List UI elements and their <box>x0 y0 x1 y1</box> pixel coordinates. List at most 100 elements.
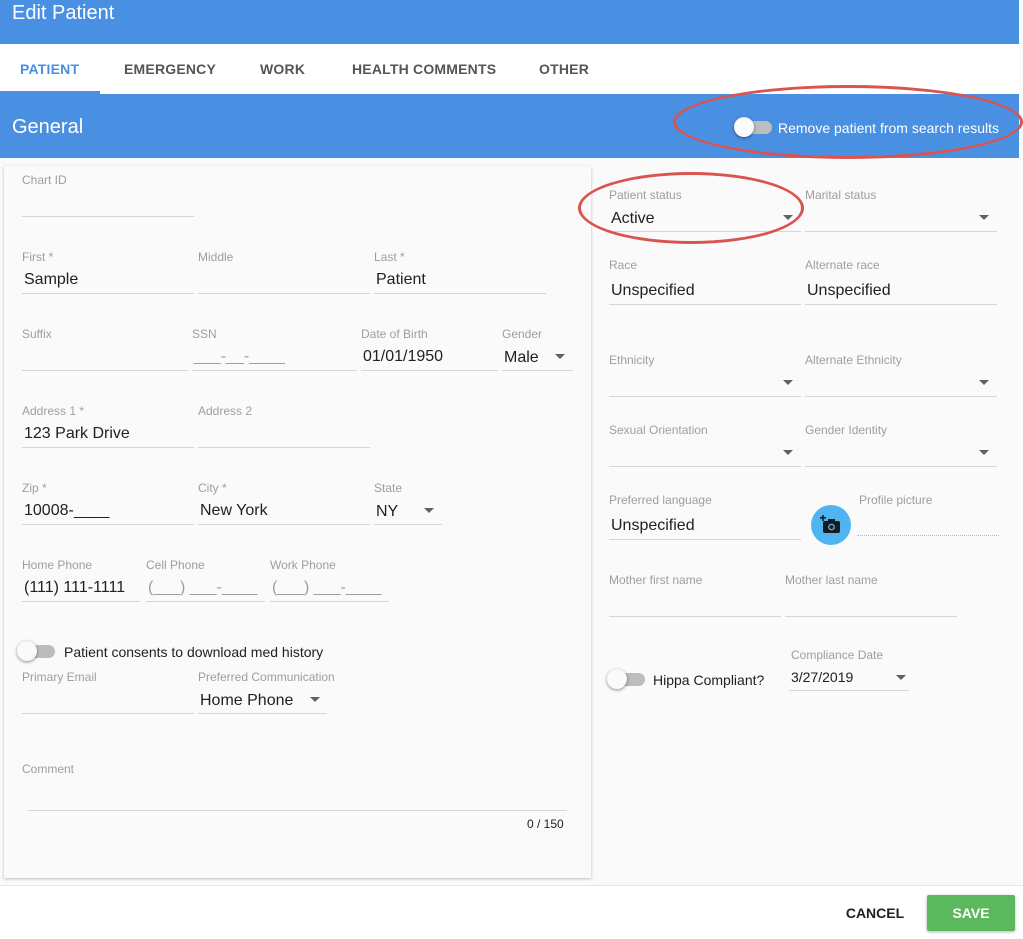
work-phone-input[interactable]: (___) ___-____ <box>272 579 381 597</box>
chevron-down-icon[interactable] <box>979 380 989 385</box>
chevron-down-icon[interactable] <box>310 697 320 702</box>
chevron-down-icon[interactable] <box>783 450 793 455</box>
compliance-date-label: Compliance Date <box>791 648 884 662</box>
app-header <box>0 0 1019 44</box>
tab-other[interactable]: OTHER <box>539 61 589 77</box>
chevron-down-icon[interactable] <box>783 215 793 220</box>
gender-underline <box>502 370 573 371</box>
first-name-underline <box>22 293 194 294</box>
preferred-comm-underline <box>198 713 327 714</box>
work-phone-underline <box>270 601 389 602</box>
gender-select[interactable]: Male <box>504 349 539 367</box>
middle-name-input[interactable] <box>198 293 370 294</box>
zip-underline <box>22 524 194 525</box>
comment-textarea[interactable] <box>28 810 567 811</box>
sexual-orientation-select[interactable] <box>609 466 801 467</box>
race-underline <box>609 304 801 305</box>
chevron-down-icon[interactable] <box>424 508 434 513</box>
gender-label: Gender <box>502 327 543 341</box>
ethnicity-label: Ethnicity <box>609 353 655 367</box>
alt-ethnicity-label: Alternate Ethnicity <box>805 353 902 367</box>
cell-phone-underline <box>146 601 265 602</box>
hippa-label: Hippa Compliant? <box>653 672 765 688</box>
tab-patient[interactable]: PATIENT <box>20 61 79 77</box>
home-phone-label: Home Phone <box>22 558 93 572</box>
dob-underline <box>361 370 498 371</box>
add-photo-button[interactable] <box>811 505 851 545</box>
chevron-down-icon[interactable] <box>979 215 989 220</box>
dob-label: Date of Birth <box>361 327 428 341</box>
alt-race-label: Alternate race <box>805 258 880 272</box>
home-phone-underline <box>22 601 140 602</box>
compliance-date-select[interactable]: 3/27/2019 <box>791 669 853 685</box>
city-input[interactable]: New York <box>200 502 268 520</box>
profile-picture-label: Profile picture <box>859 493 933 507</box>
alt-ethnicity-select[interactable] <box>805 396 997 397</box>
cell-phone-input[interactable]: (___) ___-____ <box>148 579 257 597</box>
ssn-input[interactable]: ___-__-____ <box>194 348 285 366</box>
chevron-down-icon[interactable] <box>783 380 793 385</box>
gender-identity-select[interactable] <box>805 466 997 467</box>
dialog-title: Edit Patient <box>12 2 115 24</box>
mother-last-label: Mother last name <box>785 573 878 587</box>
remove-from-search-label: Remove patient from search results <box>778 120 999 136</box>
city-underline <box>198 524 370 525</box>
state-select[interactable]: NY <box>376 503 398 521</box>
gender-identity-label: Gender Identity <box>805 423 888 437</box>
address1-input[interactable]: 123 Park Drive <box>24 425 130 443</box>
compliance-date-underline <box>789 690 909 691</box>
mother-first-label: Mother first name <box>609 573 703 587</box>
patient-status-select[interactable]: Active <box>611 210 655 228</box>
address2-input[interactable] <box>198 447 370 448</box>
cell-phone-label: Cell Phone <box>146 558 205 572</box>
chevron-down-icon[interactable] <box>896 675 906 680</box>
chart-id-input[interactable] <box>22 216 194 217</box>
section-title: General <box>12 116 84 138</box>
last-name-label: Last * <box>374 250 405 264</box>
preferred-comm-select[interactable]: Home Phone <box>200 692 293 710</box>
preferred-comm-label: Preferred Communication <box>198 670 335 684</box>
last-name-underline <box>374 293 546 294</box>
state-label: State <box>374 481 403 495</box>
mother-last-input[interactable] <box>785 616 957 617</box>
suffix-input[interactable] <box>22 370 188 371</box>
state-underline <box>374 524 442 525</box>
profile-picture-field <box>857 535 999 536</box>
ssn-underline <box>192 370 357 371</box>
save-button[interactable]: SAVE <box>927 895 1015 931</box>
primary-email-input[interactable] <box>22 713 194 714</box>
add-a-photo-icon <box>820 515 840 533</box>
primary-email-label: Primary Email <box>22 670 97 684</box>
zip-input[interactable]: 10008-____ <box>24 502 109 520</box>
marital-status-select[interactable] <box>805 231 997 232</box>
last-name-input[interactable]: Patient <box>376 271 426 289</box>
cancel-button[interactable]: CANCEL <box>835 898 915 928</box>
chevron-down-icon[interactable] <box>979 450 989 455</box>
tab-health-comments[interactable]: HEALTH COMMENTS <box>352 61 496 77</box>
first-name-label: First * <box>22 250 54 264</box>
chevron-down-icon[interactable] <box>555 354 565 359</box>
patient-info-card <box>4 166 591 878</box>
first-name-input[interactable]: Sample <box>24 271 78 289</box>
comment-label: Comment <box>22 762 75 776</box>
home-phone-input[interactable]: (111) 111-1111 <box>24 579 125 597</box>
tab-work[interactable]: WORK <box>260 61 305 77</box>
ethnicity-select[interactable] <box>609 396 801 397</box>
preferred-language-input[interactable]: Unspecified <box>611 517 695 535</box>
race-input[interactable]: Unspecified <box>611 282 695 300</box>
preferred-language-label: Preferred language <box>609 493 712 507</box>
dob-input[interactable]: 01/01/1950 <box>363 348 443 366</box>
highlight-circle <box>578 172 804 244</box>
alt-race-input[interactable]: Unspecified <box>807 282 891 300</box>
patient-status-label: Patient status <box>609 188 682 202</box>
address1-label: Address 1 * <box>22 404 85 418</box>
tab-emergency[interactable]: EMERGENCY <box>124 61 216 77</box>
middle-name-label: Middle <box>198 250 234 264</box>
alt-race-underline <box>805 304 997 305</box>
address2-label: Address 2 <box>198 404 253 418</box>
suffix-label: Suffix <box>22 327 52 341</box>
patient-status-underline <box>609 231 801 232</box>
mother-first-input[interactable] <box>609 616 781 617</box>
preferred-language-underline <box>609 539 801 540</box>
ssn-label: SSN <box>192 327 217 341</box>
